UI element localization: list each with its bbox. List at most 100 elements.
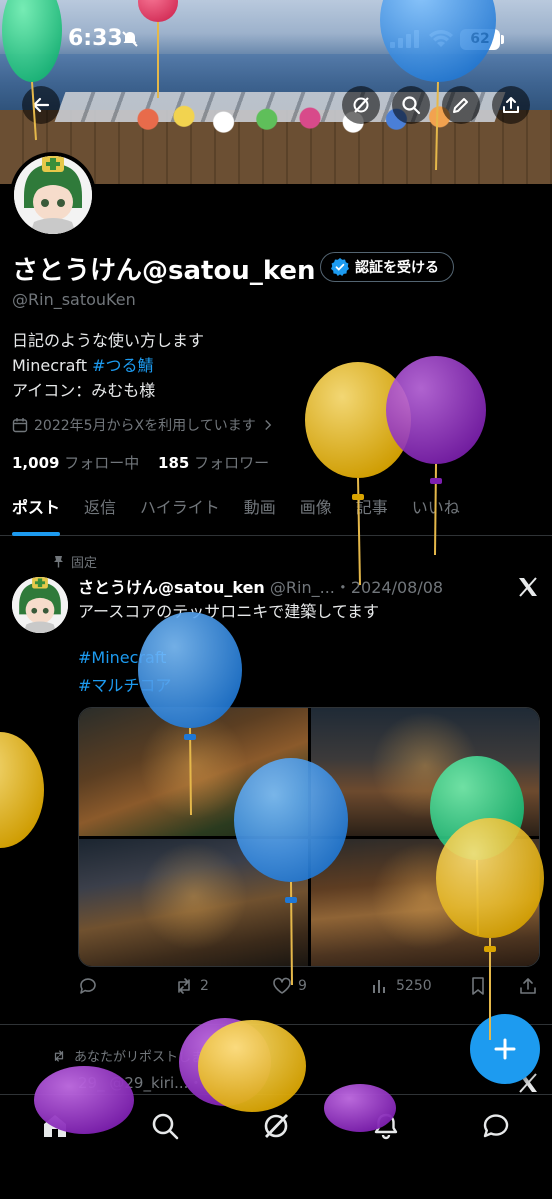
followers-label: フォロワー [194,454,270,472]
tab-posts[interactable]: ポスト [0,486,72,536]
share-icon [520,978,536,994]
post-author-avatar[interactable] [12,577,68,633]
post-meta: @Rin_...・2024/08/08 [269,578,444,597]
grok-icon [353,97,369,113]
repost-icon [178,978,190,994]
edit-icon [453,98,468,113]
search-icon [402,96,421,115]
post-image[interactable] [79,708,308,836]
following-label: フォロー中 [64,454,140,472]
following-count: 1,009 [12,454,60,472]
tab-articles[interactable]: 記事 [344,486,400,536]
post-media-grid [78,707,540,967]
bio-hashtag-link[interactable]: #つる鯖 [92,356,153,375]
profile-avatar[interactable] [10,152,96,238]
views-count: 5250 [396,978,432,994]
post-image[interactable] [310,708,539,836]
nav-messages[interactable] [481,1111,511,1141]
like-icon [273,977,291,994]
reply-button[interactable] [78,976,98,996]
bio-line: 日記のような使い方します [12,331,205,350]
post-hashtag-link[interactable]: #Minecraft [78,648,166,667]
bio-text: Minecraft [12,356,93,375]
plus-icon [494,1038,516,1060]
wifi-icon [429,30,453,47]
battery-indicator: 62 [460,29,500,50]
tab-videos[interactable]: 動画 [232,486,288,536]
repost-indicator-label: あなたがリポストしました [74,1050,231,1065]
bell-icon [374,1113,398,1140]
home-icon [44,1115,66,1137]
bookmark-icon [472,977,484,995]
profile-bio: 日記のような使い方します Minecraft #つる鯖 アイコン：みむも様 [12,328,204,403]
search-icon [152,1113,179,1140]
nav-search[interactable] [150,1111,180,1141]
chevron-right-icon [264,420,271,430]
battery-cap [501,35,504,44]
back-button[interactable] [22,86,60,124]
grok-button[interactable] [342,86,380,124]
post-author-name[interactable]: さとうけん@satou_ken [78,578,265,597]
nav-notifications[interactable] [371,1111,401,1141]
bookmark-button[interactable] [468,976,488,996]
post-divider [0,1024,552,1025]
silent-mode-icon [122,31,138,47]
profile-screen: 6:33 62 さとうけん@satou_ken 認証を受ける @Rin_sato… [0,0,552,1199]
like-button[interactable]: 9 [272,976,307,996]
messages-icon [483,1114,509,1138]
calendar-icon [12,418,28,433]
tab-media[interactable]: 画像 [288,486,344,536]
get-verified-button[interactable]: 認証を受ける [320,252,454,282]
join-date[interactable]: 2022年5月からXを利用しています [12,415,274,435]
pinned-indicator: 固定 [52,552,97,571]
avatar-illustration [12,577,68,633]
nav-grok[interactable] [261,1111,291,1141]
tab-highlights[interactable]: ハイライト [128,486,232,536]
share-button[interactable] [492,86,530,124]
like-count: 9 [298,978,307,994]
x-logo-icon[interactable] [517,576,539,598]
tab-likes[interactable]: いいね [400,486,472,536]
tab-replies[interactable]: 返信 [72,486,128,536]
repost-button[interactable]: 2 [174,976,209,996]
avatar-illustration [14,156,92,234]
post-image[interactable] [310,838,539,966]
views-icon [373,980,385,993]
compose-post-button[interactable] [470,1014,540,1084]
cellular-signal-icon [390,30,419,48]
views-button[interactable]: 5250 [370,976,432,996]
following-link[interactable]: 1,009 フォロー中 [12,454,153,472]
repost-indicator: あなたがリポストしました [52,1046,230,1065]
search-button[interactable] [392,86,430,124]
followers-count: 185 [158,454,190,472]
next-post-header: 29_ @29_kiri...・18時間 [78,1074,253,1092]
status-bar: 6:33 62 [0,0,552,84]
bottom-navigation [0,1094,552,1199]
post-header: さとうけん@satou_ken @Rin_...・2024/08/08 [78,574,498,598]
post-image[interactable] [79,838,308,966]
reply-icon [80,978,96,994]
balloon-icon [0,732,44,848]
bio-line: Minecraft #つる鯖 [12,353,204,378]
followers-link[interactable]: 185 フォロワー [158,454,283,472]
join-date-text: 2022年5月からXを利用しています [34,418,256,434]
pin-icon [54,556,63,568]
repost-count: 2 [200,978,209,994]
post-hashtag-link[interactable]: #マルチコア [78,672,171,696]
profile-handle: @Rin_satouKen [12,290,136,309]
edit-button[interactable] [442,86,480,124]
verified-badge-icon [331,258,349,276]
bio-line: アイコン：みむも様 [12,381,156,400]
share-icon [503,97,519,113]
back-arrow-icon [32,97,50,113]
post-text: アースコアのテッサロニキで建築してます [78,602,379,621]
repost-icon [54,1049,64,1062]
follow-stats: 1,009 フォロー中 185 フォロワー [12,452,283,473]
pinned-label: 固定 [71,556,98,571]
balloon-icon [305,362,411,586]
profile-name: さとうけん@satou_ken [12,256,316,286]
nav-home[interactable] [40,1111,70,1141]
grok-icon [264,1114,289,1138]
get-verified-label: 認証を受ける [355,260,439,276]
share-post-button[interactable] [518,976,538,996]
